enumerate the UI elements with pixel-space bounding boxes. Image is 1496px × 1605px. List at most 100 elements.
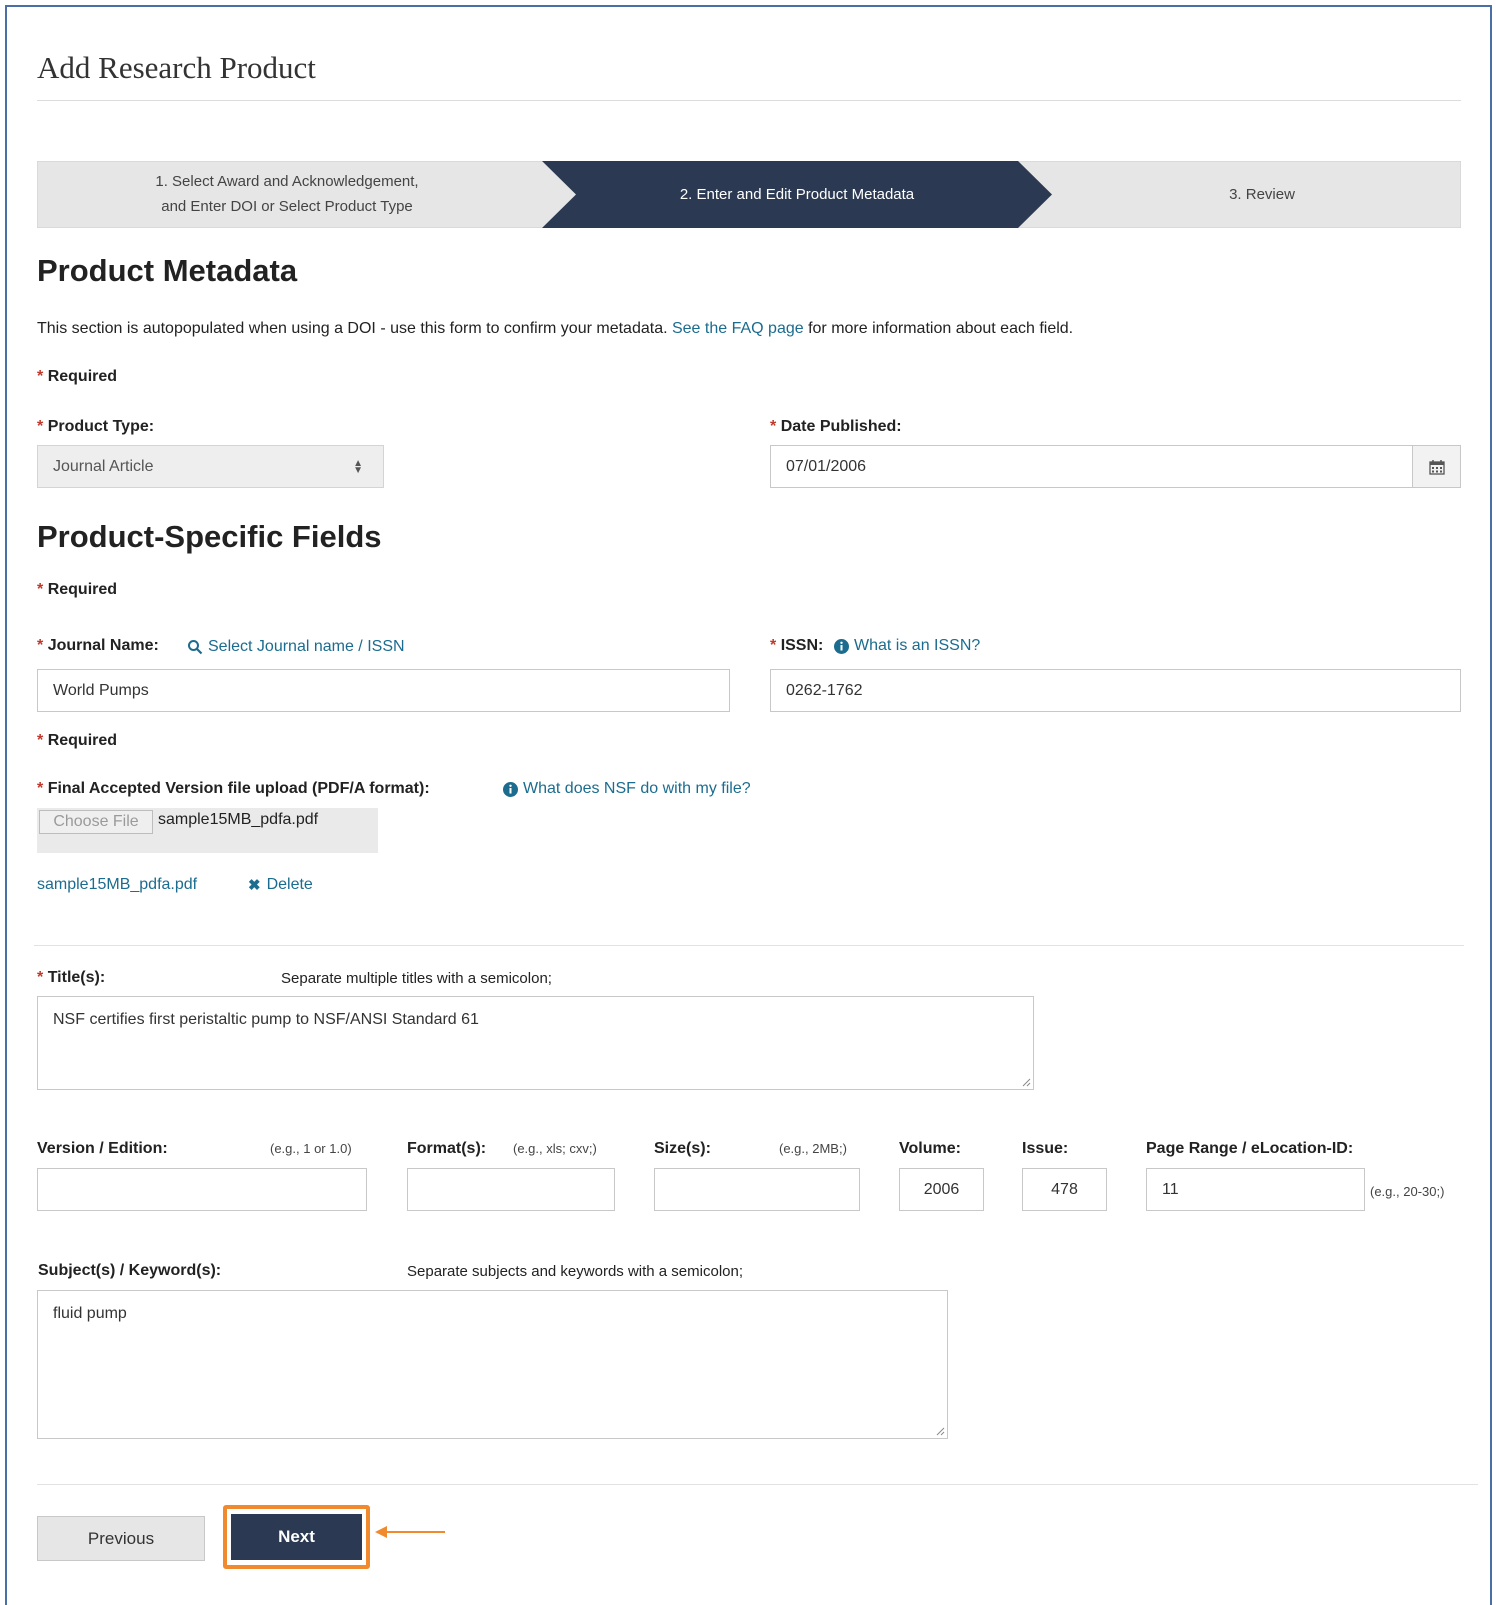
close-icon: ✖ <box>248 877 261 894</box>
page-range-input[interactable]: 11 <box>1146 1168 1365 1211</box>
arrow-left-icon <box>375 1526 445 1538</box>
required-note-2: * Required <box>37 581 117 599</box>
intro-text-before: This section is autopopulated when using… <box>37 320 672 337</box>
issn-help-link[interactable]: What is an ISSN? <box>834 637 980 655</box>
product-metadata-heading: Product Metadata <box>37 253 298 288</box>
chosen-file-name: sample15MB_pdfa.pdf <box>158 811 319 828</box>
subjects-value: fluid pump <box>53 1305 127 1322</box>
version-label: Version / Edition: <box>37 1140 168 1157</box>
step-1: 1. Select Award and Acknowledgement, and… <box>37 169 537 219</box>
product-type-value: Journal Article <box>53 457 154 475</box>
required-star: * <box>770 418 777 435</box>
required-note-3-text: Required <box>47 732 118 749</box>
page-range-label: Page Range / eLocation-ID: <box>1146 1140 1354 1157</box>
title-textarea[interactable]: NSF certifies first peristaltic pump to … <box>37 996 1034 1090</box>
calendar-button[interactable] <box>1412 445 1461 488</box>
resize-handle-icon[interactable] <box>935 1426 945 1436</box>
volume-input[interactable]: 2006 <box>899 1168 984 1211</box>
title-hint: Separate multiple titles with a semicolo… <box>281 970 552 987</box>
size-label: Size(s): <box>654 1140 711 1157</box>
resize-handle-icon[interactable] <box>1021 1077 1031 1087</box>
required-star: * <box>37 637 44 654</box>
issn-label: * ISSN: <box>770 637 823 655</box>
file-help-link[interactable]: What does NSF do with my file? <box>503 780 751 798</box>
next-button[interactable]: Next <box>231 1514 362 1560</box>
issn-help-link-text: What is an ISSN? <box>854 637 981 654</box>
required-star: * <box>770 637 777 654</box>
issn-label-text: ISSN: <box>780 637 824 654</box>
required-star: * <box>37 581 44 598</box>
page-range-value: 11 <box>1162 1180 1179 1198</box>
issn-input[interactable]: 0262-1762 <box>770 669 1461 712</box>
format-hint: (e.g., xls; cxv;) <box>513 1141 597 1156</box>
title-label-text: Title(s): <box>47 969 106 986</box>
step-1-line-1: 1. Select Award and Acknowledgement, <box>155 173 419 190</box>
size-input[interactable] <box>654 1168 860 1211</box>
product-type-label: * Product Type: <box>37 418 154 436</box>
product-type-label-text: Product Type: <box>47 418 155 435</box>
format-input[interactable] <box>407 1168 615 1211</box>
intro-text-after: for more information about each field. <box>803 320 1074 337</box>
date-published-label: * Date Published: <box>770 418 902 436</box>
title-divider <box>37 100 1461 101</box>
section-divider <box>34 945 1464 946</box>
required-note-2-text: Required <box>47 581 118 598</box>
step-3: 3. Review <box>1229 186 1295 203</box>
issue-value: 478 <box>1051 1180 1078 1198</box>
required-star: * <box>37 368 44 385</box>
info-icon <box>503 781 518 797</box>
product-type-select[interactable]: Journal Article ▲ ▼ <box>37 445 384 488</box>
page-title: Add Research Product <box>37 50 316 85</box>
page-range-hint: (e.g., 20-30;) <box>1370 1184 1445 1199</box>
required-note-1-text: Required <box>47 368 118 385</box>
version-hint: (e.g., 1 or 1.0) <box>270 1141 352 1156</box>
volume-label: Volume: <box>899 1140 961 1157</box>
intro-text: This section is autopopulated when using… <box>37 320 1073 338</box>
title-value: NSF certifies first peristaltic pump to … <box>53 1011 479 1028</box>
step-2: 2. Enter and Edit Product Metadata <box>679 186 915 203</box>
product-specific-heading: Product-Specific Fields <box>37 519 382 554</box>
required-note-1: * Required <box>37 368 117 386</box>
journal-name-value: World Pumps <box>53 681 149 699</box>
uploaded-file-link[interactable]: sample15MB_pdfa.pdf <box>37 876 197 894</box>
info-icon <box>834 638 849 654</box>
date-published-label-text: Date Published: <box>780 418 902 435</box>
issue-input[interactable]: 478 <box>1022 1168 1107 1211</box>
file-upload-label: * Final Accepted Version file upload (PD… <box>37 780 430 798</box>
subjects-textarea[interactable]: fluid pump <box>37 1290 948 1439</box>
calendar-icon <box>1428 459 1445 475</box>
search-icon <box>188 640 203 655</box>
select-journal-link[interactable]: Select Journal name / ISSN <box>187 638 405 656</box>
required-note-3: * Required <box>37 732 117 750</box>
issue-label: Issue: <box>1022 1140 1069 1157</box>
date-published-input[interactable]: 07/01/2006 <box>770 445 1413 488</box>
delete-file-label: Delete <box>266 876 313 893</box>
issn-value: 0262-1762 <box>786 681 863 699</box>
subjects-label: Subject(s) / Keyword(s): <box>38 1262 222 1279</box>
file-help-link-text: What does NSF do with my file? <box>523 780 751 797</box>
journal-name-label-text: Journal Name: <box>47 637 159 654</box>
version-input[interactable] <box>37 1168 367 1211</box>
faq-link[interactable]: See the FAQ page <box>672 320 804 337</box>
date-published-value: 07/01/2006 <box>786 457 867 475</box>
title-label: * Title(s): <box>37 969 105 987</box>
previous-button[interactable]: Previous <box>37 1516 205 1561</box>
file-upload-label-text: Final Accepted Version file upload (PDF/… <box>47 780 430 797</box>
file-input: Choose File sample15MB_pdfa.pdf <box>37 808 378 853</box>
choose-file-button[interactable]: Choose File <box>39 810 153 834</box>
required-star: * <box>37 418 44 435</box>
required-star: * <box>37 780 44 797</box>
format-label: Format(s): <box>407 1140 487 1157</box>
required-star: * <box>37 969 44 986</box>
subjects-hint: Separate subjects and keywords with a se… <box>407 1263 744 1280</box>
volume-value: 2006 <box>923 1180 960 1198</box>
journal-name-input[interactable]: World Pumps <box>37 669 730 712</box>
journal-name-label: * Journal Name: <box>37 637 159 655</box>
step-1-line-2: and Enter DOI or Select Product Type <box>161 198 413 215</box>
progress-stepper: 1. Select Award and Acknowledgement, and… <box>37 161 1461 228</box>
footer-divider <box>37 1484 1478 1485</box>
select-journal-link-text: Select Journal name / ISSN <box>208 638 405 655</box>
size-hint: (e.g., 2MB;) <box>779 1141 847 1156</box>
select-arrows-icon: ▲ ▼ <box>353 457 363 476</box>
delete-file-button[interactable]: ✖ Delete <box>248 876 313 894</box>
